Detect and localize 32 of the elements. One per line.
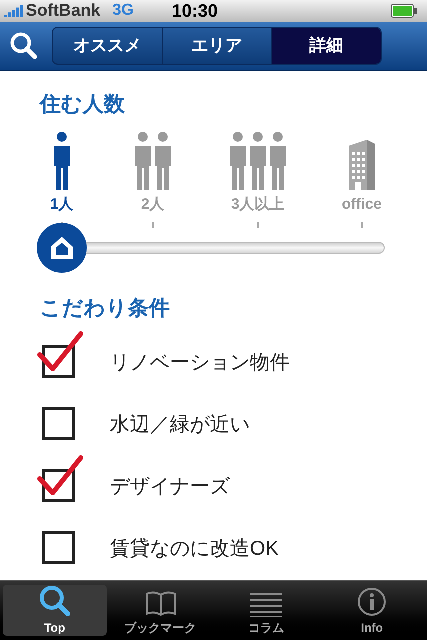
slider[interactable] xyxy=(37,223,385,273)
lines-icon xyxy=(250,591,282,617)
carrier-name: SoftBank xyxy=(26,0,101,22)
info-icon xyxy=(357,587,388,617)
tab-bar-item[interactable]: ブックマーク xyxy=(108,585,212,636)
house-icon xyxy=(49,235,75,261)
checkbox-label: 水辺／緑が近い xyxy=(110,413,250,438)
segment-tab[interactable]: オススメ xyxy=(53,28,162,64)
building-icon xyxy=(347,140,377,190)
people-icon xyxy=(228,132,288,190)
battery-icon xyxy=(391,4,417,18)
checkbox-label: 賃貸なのに改造OK xyxy=(110,537,279,562)
clock-time: 10:30 xyxy=(172,0,218,22)
option-label[interactable]: 1人 xyxy=(50,196,74,214)
tab-bar-item[interactable]: Info xyxy=(320,585,424,636)
checkbox-label: リノベーション物件 xyxy=(110,351,290,376)
section-title: 住む人数 xyxy=(40,92,126,118)
person-icon xyxy=(52,132,72,190)
people-icon xyxy=(133,132,173,190)
slider-thumb[interactable] xyxy=(37,223,87,273)
search-icon xyxy=(38,585,71,617)
book-icon xyxy=(144,591,177,617)
checkbox[interactable] xyxy=(37,455,83,505)
tab-bar-item[interactable]: Top xyxy=(3,585,107,636)
checkbox[interactable] xyxy=(37,331,83,381)
section-title: こだわり条件 xyxy=(40,296,171,322)
tab-bar-item[interactable]: コラム xyxy=(214,585,318,636)
checkbox-label: デザイナーズ xyxy=(110,475,230,500)
network-type: 3G xyxy=(112,1,134,21)
search-icon[interactable] xyxy=(10,32,38,60)
segment-tab[interactable]: 詳細 xyxy=(271,28,381,64)
signal-icon xyxy=(4,5,24,17)
